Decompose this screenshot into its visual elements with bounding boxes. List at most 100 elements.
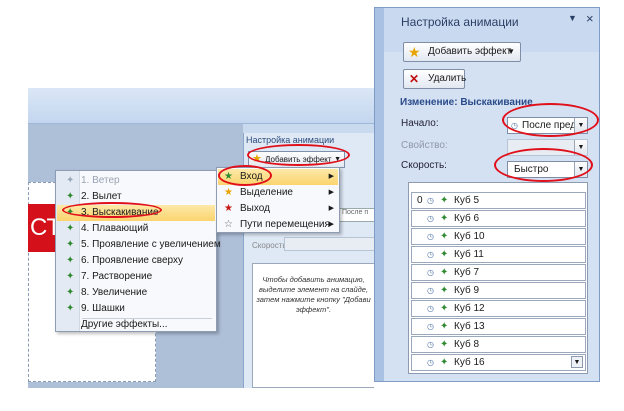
- animation-row[interactable]: ◷ ✦ Куб 13: [411, 318, 586, 335]
- animation-row[interactable]: ◷ ✦ Куб 10: [411, 228, 586, 245]
- star-icon: ✦: [66, 271, 75, 282]
- star-icon: ✦: [66, 191, 75, 202]
- menu-item-proyavlenie-sverhu[interactable]: ✦ 6. Проявление сверху: [57, 253, 215, 269]
- row-name: Куб 16: [454, 357, 485, 368]
- pane-options-icon[interactable]: ▼: [568, 13, 577, 23]
- submenu-item-entrance[interactable]: ★ Вход ▶: [218, 169, 338, 185]
- star-icon: ✦: [66, 287, 75, 298]
- menu-item-label: 6. Проявление сверху: [81, 255, 183, 266]
- add-effect-label: Добавить эффект: [428, 46, 512, 57]
- submenu-item-label: Выделение: [240, 187, 293, 198]
- hint-text: Чтобы добавить анимацию, выделите элемен…: [256, 275, 371, 314]
- row-name: Куб 5: [454, 195, 480, 206]
- menu-item-plavayushchiy[interactable]: ✦ 4. Плавающий: [57, 221, 215, 237]
- clock-icon: ◷: [427, 286, 434, 295]
- row-name: Куб 7: [454, 267, 480, 278]
- submenu-item-label: Вход: [240, 171, 263, 182]
- ribbon: [28, 88, 374, 124]
- animation-row[interactable]: ◷ ✦ Куб 11: [411, 246, 586, 263]
- entrance-star-icon: ✦: [440, 267, 449, 278]
- speed-select[interactable]: Быстро ▼: [507, 161, 588, 178]
- speed-field-small[interactable]: [284, 237, 374, 251]
- pane-title: Настройка анимации: [401, 15, 519, 29]
- delete-icon: ✕: [409, 72, 420, 86]
- animation-row[interactable]: 0 ◷ ✦ Куб 5: [411, 192, 586, 209]
- start-select[interactable]: ◷ После пред ▼: [507, 117, 588, 134]
- clock-icon: ◷: [427, 304, 434, 313]
- property-label: Свойство:: [401, 140, 448, 151]
- add-effect-label: Добавить эффект: [265, 155, 332, 164]
- menu-item-label: 2. Вылет: [81, 191, 122, 202]
- animation-row[interactable]: ◷ ✦ Куб 16 ▼: [411, 354, 586, 371]
- speed-label: Скорость:: [401, 160, 447, 171]
- row-name: Куб 8: [454, 339, 480, 350]
- add-effect-submenu: ★ Вход ▶ ★ Выделение ▶ ★ Выход ▶ ☆ Пути перемещ…: [216, 167, 340, 233]
- custom-animation-pane: Настройка анимации ▼ × ★ Добавить эффект…: [374, 7, 600, 382]
- entrance-star-icon: ✦: [440, 321, 449, 332]
- menu-item-shashki[interactable]: ✦ 9. Шашки: [57, 301, 215, 317]
- entrance-star-icon: ✦: [440, 285, 449, 296]
- menu-item-uvelichenie[interactable]: ✦ 8. Увеличение: [57, 285, 215, 301]
- menu-item-label: 1. Ветер: [81, 175, 120, 186]
- chevron-down-icon[interactable]: ▼: [574, 118, 587, 133]
- menu-item-label: 7. Растворение: [81, 271, 153, 282]
- menu-item-vyskakivanie[interactable]: ✦ 3. Выскакивание: [57, 205, 215, 221]
- effects-menu: ✦ 1. Ветер ✦ 2. Вылет ✦ 3. Выскакивание ✦ 4.…: [55, 170, 221, 333]
- add-effect-button-small[interactable]: ★ Добавить эффект ▼: [248, 151, 345, 168]
- submenu-item-label: Пути перемещения: [240, 219, 330, 230]
- task-pane-title: Настройка анимации: [246, 135, 335, 145]
- menu-item-other-effects[interactable]: Другие эффекты...: [57, 317, 215, 333]
- star-icon: ✦: [66, 303, 75, 314]
- submenu-item-label: Выход: [240, 203, 270, 214]
- close-icon[interactable]: ×: [586, 11, 594, 26]
- clock-icon: ◷: [427, 214, 434, 223]
- animation-row[interactable]: ◷ ✦ Куб 6: [411, 210, 586, 227]
- submenu-item-emphasis[interactable]: ★ Выделение ▶: [218, 185, 338, 201]
- animation-row[interactable]: ◷ ✦ Куб 12: [411, 300, 586, 317]
- clock-icon: ◷: [427, 232, 434, 241]
- speed-value: Быстро: [514, 164, 549, 175]
- star-yellow-icon: ★: [224, 187, 233, 198]
- animation-row[interactable]: ◷ ✦ Куб 8: [411, 336, 586, 353]
- menu-item-rastvorenie[interactable]: ✦ 7. Растворение: [57, 269, 215, 285]
- menu-item-vylet[interactable]: ✦ 2. Вылет: [57, 189, 215, 205]
- clock-icon: ◷: [427, 268, 434, 277]
- animation-list[interactable]: 0 ◷ ✦ Куб 5 ◷ ✦ Куб 6 ◷ ✦ Куб 10 ◷ ✦ Куб 11 ◷ ✦ Куб…: [408, 182, 588, 374]
- star-red-icon: ★: [224, 203, 233, 214]
- chevron-down-icon: ▼: [334, 156, 341, 163]
- star-icon: ✦: [66, 223, 75, 234]
- chevron-down-icon[interactable]: ▼: [571, 356, 583, 368]
- chevron-right-icon: ▶: [328, 173, 334, 180]
- menu-item-label: 8. Увеличение: [81, 287, 148, 298]
- star-icon: ★: [252, 153, 262, 165]
- entrance-star-icon: ✦: [440, 303, 449, 314]
- menu-item-veter[interactable]: ✦ 1. Ветер: [57, 173, 215, 189]
- star-icon: ✦: [66, 239, 75, 250]
- entrance-star-icon: ✦: [440, 249, 449, 260]
- entrance-star-icon: ✦: [440, 231, 449, 242]
- animation-row[interactable]: ◷ ✦ Куб 7: [411, 264, 586, 281]
- entrance-star-icon: ✦: [440, 213, 449, 224]
- property-select[interactable]: ▼: [507, 139, 588, 156]
- row-name: Куб 12: [454, 303, 485, 314]
- star-icon: ✦: [66, 255, 75, 266]
- submenu-item-motion-paths[interactable]: ☆ Пути перемещения ▶: [218, 217, 338, 233]
- menu-item-proyavlenie-uvelichenie[interactable]: ✦ 5. Проявление с увеличением: [57, 237, 221, 253]
- animation-row[interactable]: ◷ ✦ Куб 9: [411, 282, 586, 299]
- entrance-star-icon: ✦: [440, 357, 449, 368]
- chevron-down-icon[interactable]: ▼: [574, 162, 587, 177]
- mouse-icon: ◷: [427, 196, 434, 205]
- row-name: Куб 6: [454, 213, 480, 224]
- menu-item-label: 9. Шашки: [81, 303, 125, 314]
- add-effect-button[interactable]: ★ Добавить эффект ▼: [403, 42, 521, 62]
- entrance-star-icon: ✦: [440, 339, 449, 350]
- start-field-small[interactable]: После п: [339, 208, 374, 222]
- clock-icon: ◷: [427, 358, 434, 367]
- chevron-down-icon: ▼: [507, 47, 515, 56]
- row-name: Куб 13: [454, 321, 485, 332]
- chevron-down-icon[interactable]: ▼: [574, 140, 587, 155]
- menu-item-label: 3. Выскакивание: [81, 207, 159, 218]
- submenu-item-exit[interactable]: ★ Выход ▶: [218, 201, 338, 217]
- delete-button[interactable]: ✕ Удалить: [403, 69, 466, 89]
- chevron-right-icon: ▶: [328, 205, 334, 212]
